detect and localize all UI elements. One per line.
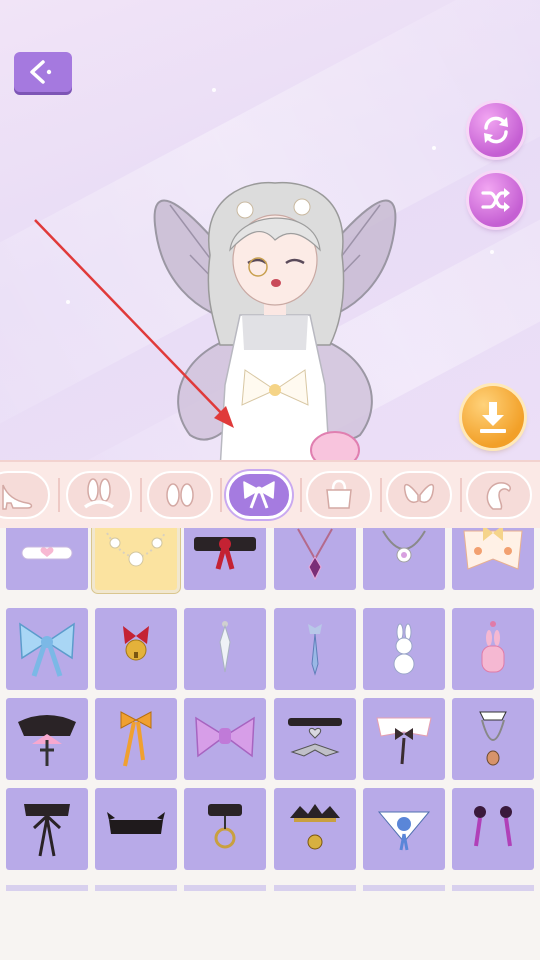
tab-accessories[interactable]: [226, 471, 292, 519]
tab-eyes[interactable]: [147, 471, 213, 519]
item-tile[interactable]: [363, 698, 445, 780]
bunny-ears-headband-icon: [83, 478, 115, 509]
blue-bow-icon: [19, 622, 75, 677]
bell-ribbon-icon: [123, 626, 149, 661]
tab-tails[interactable]: [466, 471, 532, 519]
blue-drop-earring-icon: [308, 624, 322, 676]
accessory-item-grid: [0, 528, 540, 880]
tab-bags[interactable]: [306, 471, 372, 519]
ring-choker-icon: [208, 804, 242, 849]
refresh-icon: [484, 116, 508, 144]
item-tile[interactable]: [184, 788, 266, 870]
item-tile[interactable]: [452, 528, 534, 590]
black-ribbon-collar-icon: [24, 804, 70, 857]
gold-crown-pendant-icon: [290, 804, 340, 850]
lace-collar-bow-icon: [376, 717, 432, 765]
black-red-ribbon-choker-icon: [194, 537, 256, 570]
grid-scroll-edge: [0, 876, 540, 891]
item-tile[interactable]: [95, 788, 177, 870]
item-tile[interactable]: [452, 698, 534, 780]
item-tile[interactable]: [363, 788, 445, 870]
dressed-character-illustration: [153, 181, 397, 470]
cameo-necklace-icon: [479, 711, 507, 766]
item-tile[interactable]: [6, 788, 88, 870]
item-tile[interactable]: [363, 528, 445, 590]
item-tile[interactable]: [452, 608, 534, 690]
frilly-collar-bow-icon: [463, 528, 523, 570]
item-tile[interactable]: [274, 608, 356, 690]
handbag-icon: [326, 479, 352, 509]
bow-ribbon-icon: [243, 481, 275, 509]
purple-bow-icon: [195, 716, 255, 758]
tab-headwear[interactable]: [66, 471, 132, 519]
tab-wings[interactable]: [386, 471, 452, 519]
blue-rose-collar-icon: [377, 811, 431, 851]
crystal-drop-icon: [219, 621, 231, 673]
heart-choker-icon: [21, 546, 73, 560]
tail-icon: [486, 482, 511, 510]
bat-heart-choker-icon: [288, 718, 342, 757]
item-tile[interactable]: [95, 608, 177, 690]
item-tile[interactable]: [184, 528, 266, 590]
item-tile[interactable]: [6, 608, 88, 690]
item-tile[interactable]: [95, 528, 177, 590]
diamond-pendant-necklace-icon: [297, 528, 333, 581]
gothic-cross-collar-icon: [18, 715, 76, 766]
item-tile[interactable]: [274, 698, 356, 780]
item-tile[interactable]: [452, 788, 534, 870]
sparkle-decoration: [432, 146, 436, 150]
item-tile[interactable]: [6, 528, 88, 590]
randomize-outfit-button[interactable]: [469, 173, 523, 227]
orange-ribbon-icon: [120, 711, 152, 767]
sparkle-decoration: [66, 300, 70, 304]
item-tile[interactable]: [6, 698, 88, 780]
high-heel-shoe-icon: [2, 484, 33, 510]
tab-shoes[interactable]: [0, 471, 50, 519]
item-tile[interactable]: [184, 608, 266, 690]
eyes-icon: [166, 483, 194, 507]
download-icon: [480, 402, 506, 433]
gem-pendant-necklace-icon: [382, 530, 426, 563]
item-tile[interactable]: [184, 698, 266, 780]
category-tab-bar: [0, 460, 540, 532]
back-arrow-icon: [30, 60, 52, 84]
sparkle-decoration: [212, 88, 216, 92]
item-tile[interactable]: [274, 528, 356, 590]
download-button[interactable]: [462, 386, 524, 448]
reset-outfit-button[interactable]: [469, 103, 523, 157]
character-preview-stage: [0, 0, 540, 470]
item-tile[interactable]: [363, 608, 445, 690]
bunny-charm-icon: [393, 623, 415, 675]
sparkle-decoration: [490, 250, 494, 254]
back-button[interactable]: [14, 52, 72, 92]
item-tile[interactable]: [274, 788, 356, 870]
black-choker-band-icon: [107, 812, 165, 834]
pink-bunny-charm-icon: [481, 621, 505, 673]
item-tile[interactable]: [95, 698, 177, 780]
purple-drop-earrings-icon: [474, 806, 512, 847]
flower-pearl-necklace-icon: [106, 532, 166, 567]
shuffle-icon: [481, 188, 510, 212]
wings-icon: [403, 483, 435, 503]
